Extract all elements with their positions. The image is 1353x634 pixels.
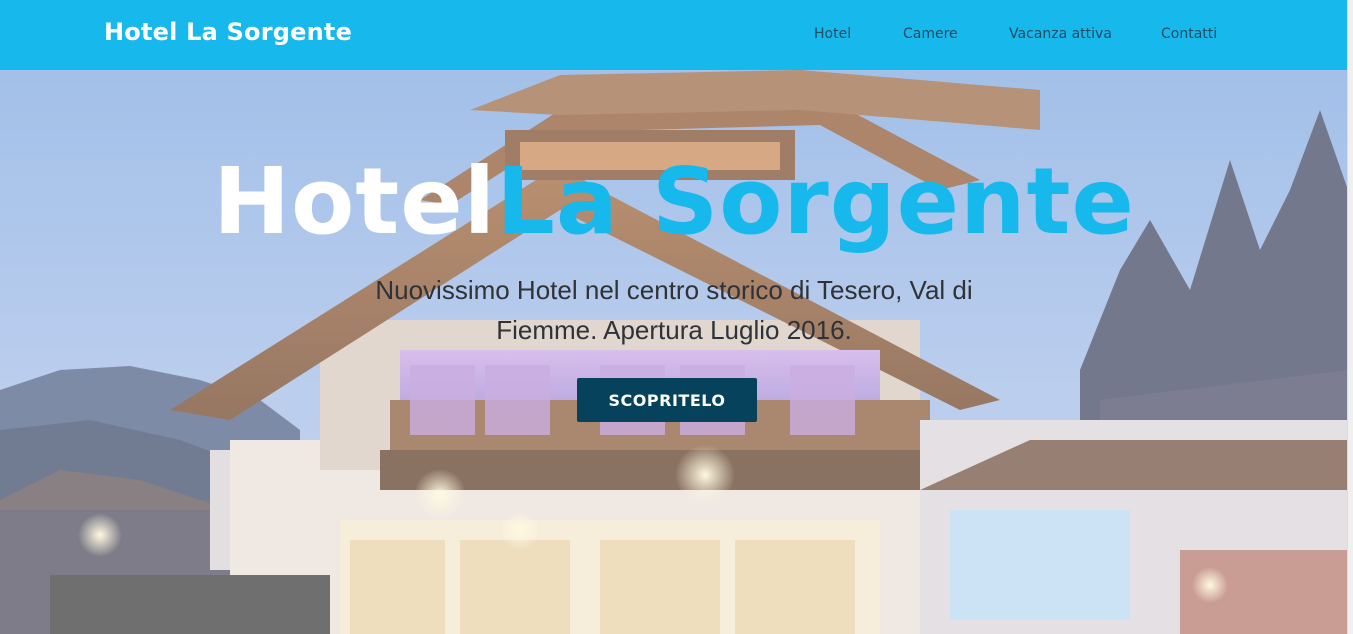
hero-subtitle: Nuovissimo Hotel nel centro storico di T… (375, 275, 973, 345)
hero-title: HotelLa Sorgente (0, 152, 1348, 252)
hero-section: HotelLa Sorgente Nuovissimo Hotel nel ce… (0, 70, 1348, 634)
nav-link-contatti[interactable]: Contatti (1161, 26, 1217, 42)
nav-link-hotel[interactable]: Hotel (814, 26, 851, 42)
nav-menu: Hotel Camere Vacanza attiva Contatti (0, 26, 1348, 46)
nav-link-camere[interactable]: Camere (903, 26, 958, 42)
hero-title-hotel: Hotel (213, 148, 497, 255)
top-navbar: Hotel La Sorgente Hotel Camere Vacanza a… (0, 0, 1348, 70)
nav-link-vacanza-attiva[interactable]: Vacanza attiva (1009, 26, 1112, 42)
scopritelo-button[interactable]: SCOPRITELO (577, 378, 757, 422)
page-scrollbar[interactable] (1347, 0, 1353, 634)
hero-title-la-sorgente: La Sorgente (496, 148, 1135, 255)
